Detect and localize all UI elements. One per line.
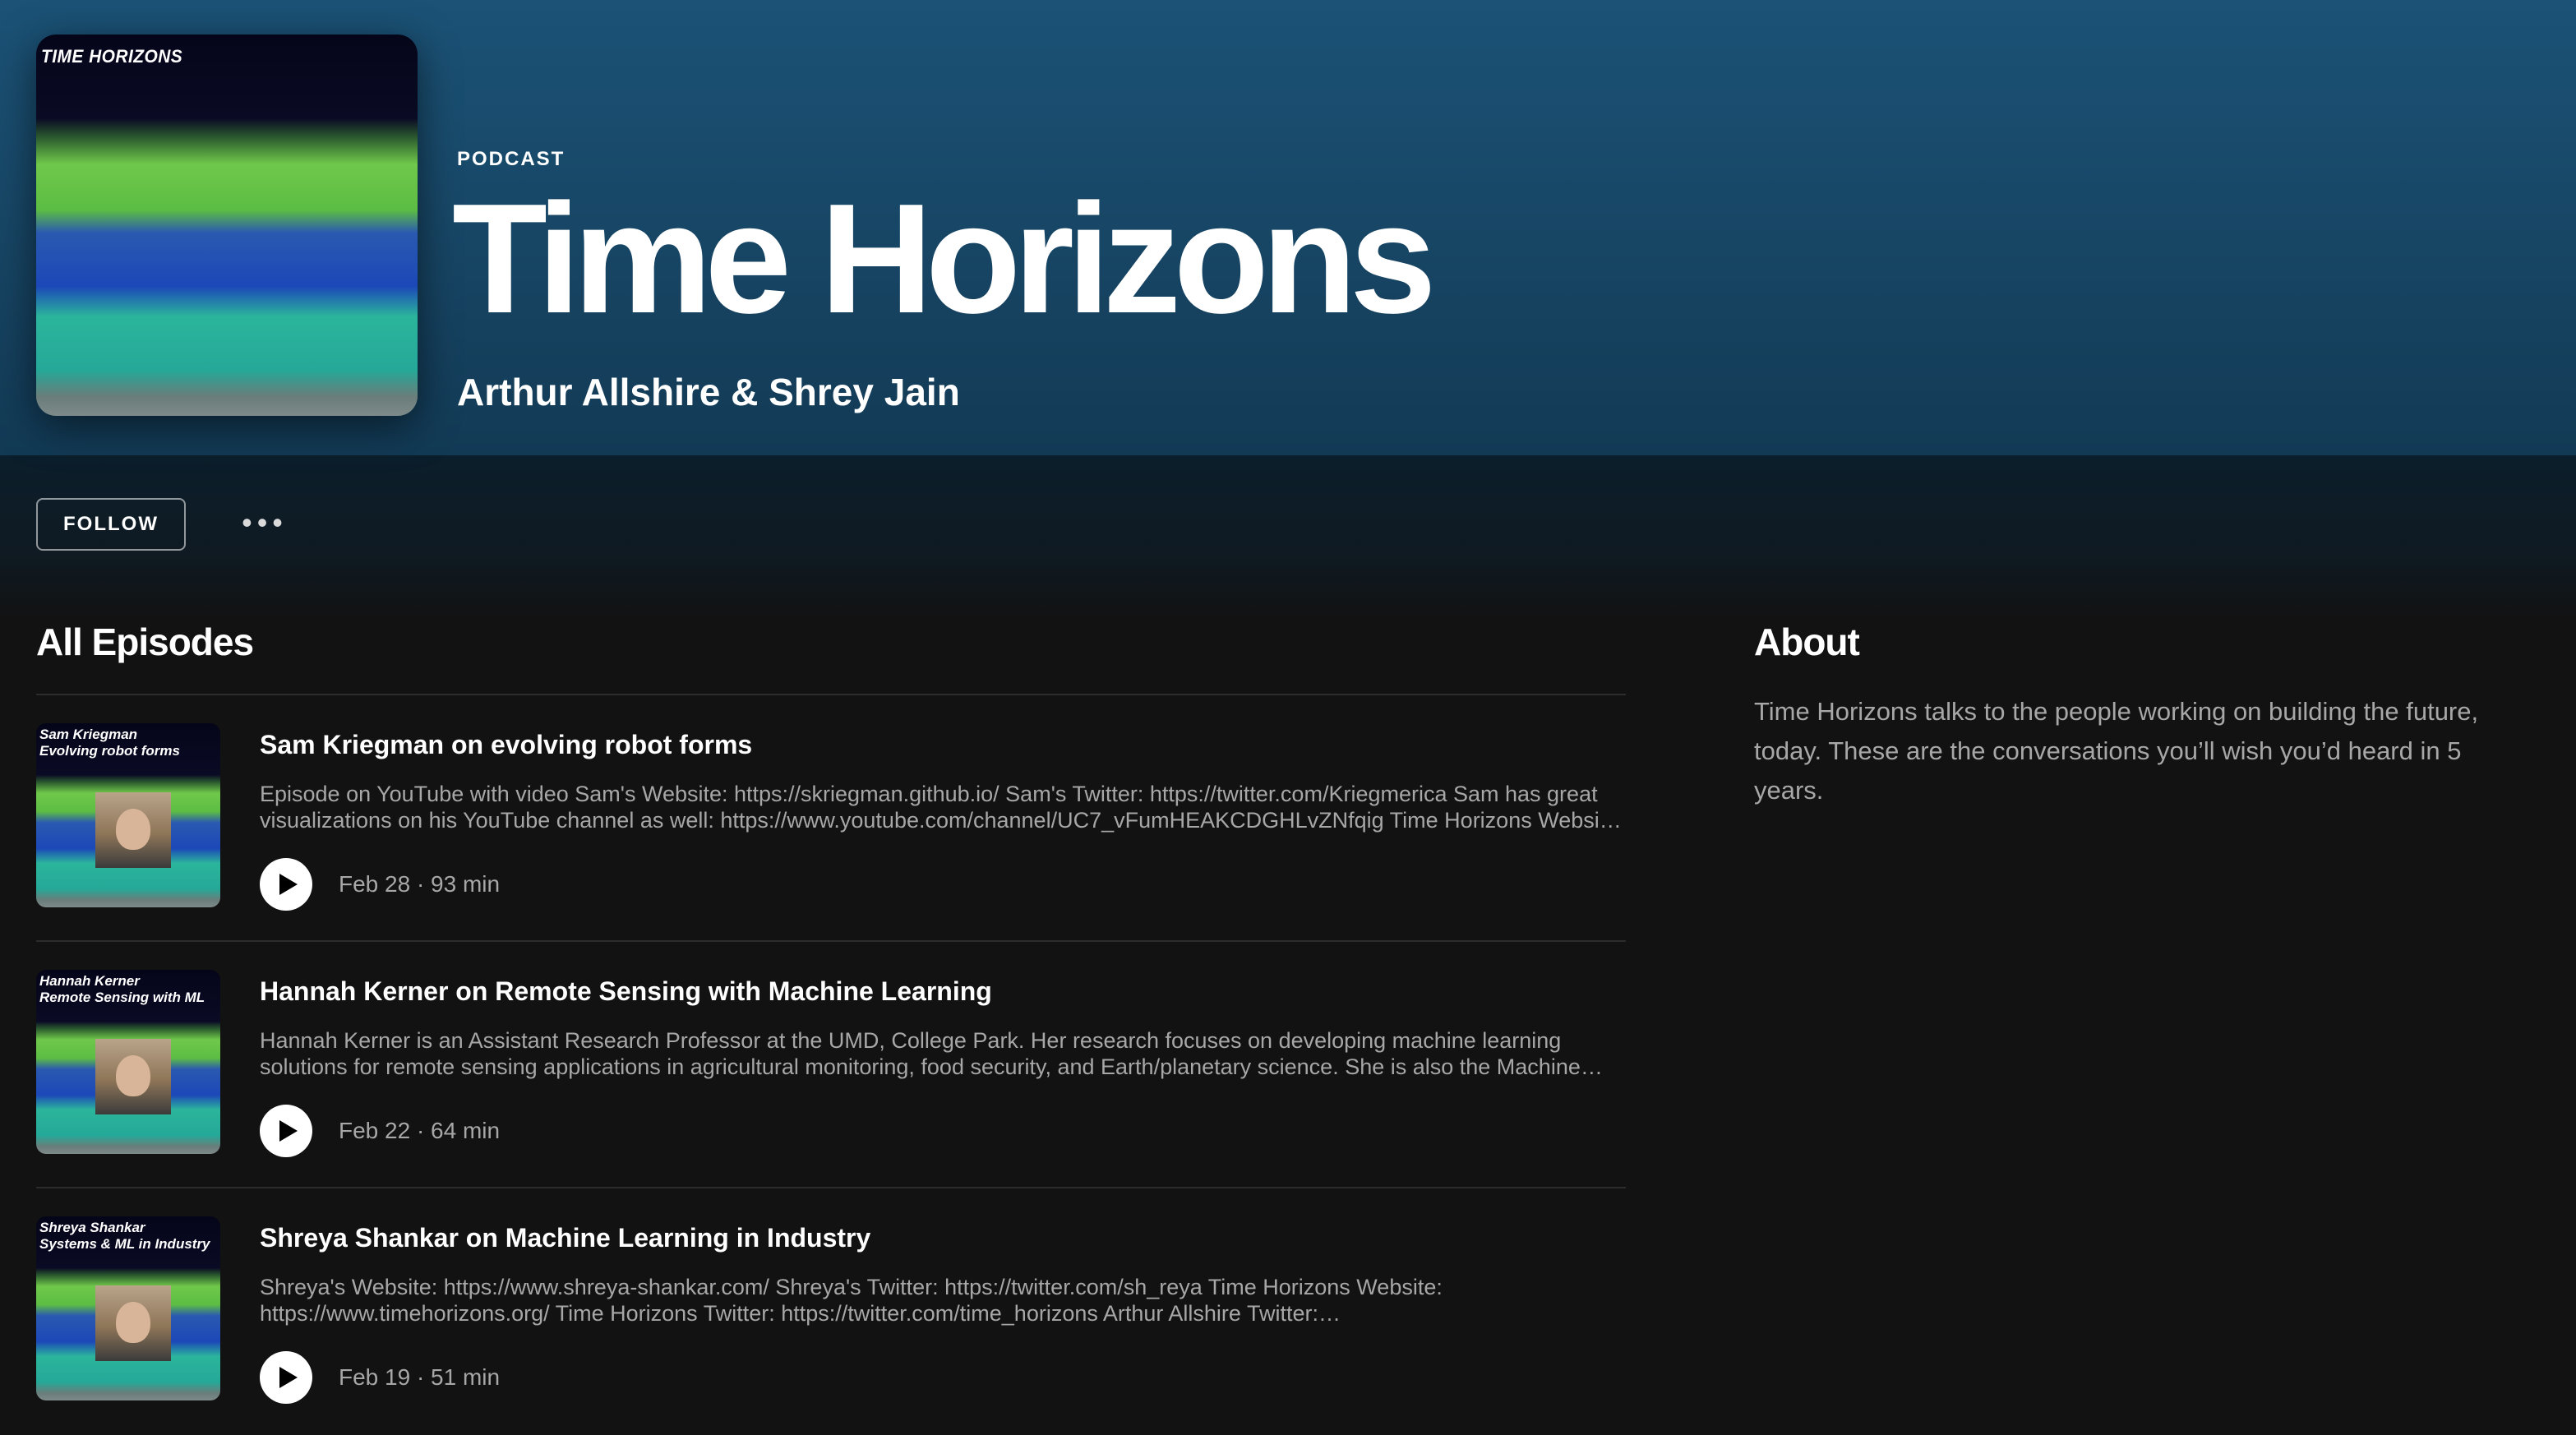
episode-description: Episode on YouTube with video Sam's Webs… bbox=[260, 782, 1624, 833]
episode-thumbnail[interactable]: Sam Kriegman Evolving robot forms bbox=[36, 723, 220, 907]
episode-title[interactable]: Sam Kriegman on evolving robot forms bbox=[260, 730, 752, 760]
episode-title[interactable]: Hannah Kerner on Remote Sensing with Mac… bbox=[260, 976, 992, 1007]
episode-row[interactable]: Hannah Kerner Remote Sensing with ML Han… bbox=[36, 942, 1626, 1188]
episode-thumbnail[interactable]: Shreya Shankar Systems & ML in Industry bbox=[36, 1216, 220, 1400]
podcast-cover-art: TIME HORIZONS bbox=[36, 35, 418, 416]
episode-description: Shreya's Website: https://www.shreya-sha… bbox=[260, 1275, 1443, 1326]
guest-photo bbox=[95, 1039, 171, 1114]
content-type-label: PODCAST bbox=[457, 148, 566, 170]
play-button[interactable] bbox=[260, 858, 312, 911]
episode-thumbnail-text: Sam Kriegman Evolving robot forms bbox=[39, 727, 180, 759]
episode-row[interactable]: Sam Kriegman Evolving robot forms Sam Kr… bbox=[36, 695, 1626, 942]
podcast-title: Time Horizons bbox=[452, 172, 1437, 346]
guest-photo bbox=[95, 1285, 171, 1361]
episode-thumbnail-text: Hannah Kerner Remote Sensing with ML bbox=[39, 973, 205, 1005]
episode-thumbnail[interactable]: Hannah Kerner Remote Sensing with ML bbox=[36, 970, 220, 1154]
play-icon bbox=[279, 874, 298, 895]
about-description: Time Horizons talks to the people workin… bbox=[1754, 697, 2479, 805]
about-heading: About bbox=[1754, 621, 1860, 663]
more-options-button[interactable]: ••• bbox=[238, 505, 291, 539]
all-episodes-heading: All Episodes bbox=[36, 621, 254, 663]
podcast-author[interactable]: Arthur Allshire & Shrey Jain bbox=[457, 370, 960, 414]
play-button[interactable] bbox=[260, 1105, 312, 1157]
cover-label: TIME HORIZONS bbox=[41, 46, 183, 67]
episode-date-duration: Feb 28 · 93 min bbox=[339, 871, 501, 897]
episode-date-duration: Feb 22 · 64 min bbox=[339, 1118, 501, 1143]
episode-date-duration: Feb 19 · 51 min bbox=[339, 1364, 501, 1390]
guest-photo bbox=[95, 792, 171, 868]
play-button[interactable] bbox=[260, 1351, 312, 1404]
follow-button[interactable]: FOLLOW bbox=[36, 498, 186, 551]
header-fade-band bbox=[0, 455, 2576, 620]
episode-thumbnail-text: Shreya Shankar Systems & ML in Industry bbox=[39, 1220, 210, 1252]
play-icon bbox=[279, 1367, 298, 1388]
episode-description: Hannah Kerner is an Assistant Research P… bbox=[260, 1028, 1581, 1079]
episode-title[interactable]: Shreya Shankar on Machine Learning in In… bbox=[260, 1223, 870, 1253]
play-icon bbox=[279, 1120, 298, 1142]
episode-row[interactable]: Shreya Shankar Systems & ML in Industry … bbox=[36, 1188, 1626, 1435]
